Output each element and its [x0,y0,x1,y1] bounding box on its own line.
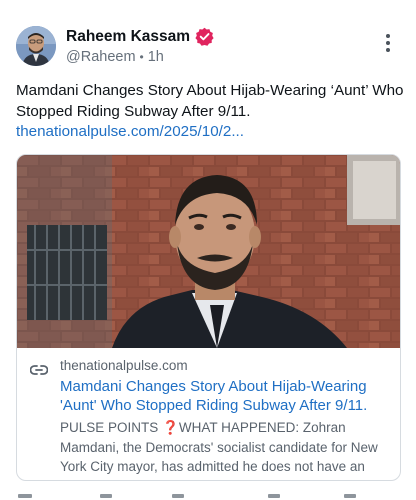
post-text: Mamdani Changes Story About Hijab-Wearin… [16,82,404,120]
author-handle[interactable]: @Raheem [66,49,136,65]
post-time[interactable]: 1h [148,49,164,65]
link-preview-description: PULSE POINTS ❓WHAT HAPPENED: Zohran Mamd… [60,420,378,480]
post-link[interactable]: thenationalpulse.com/2025/10/2... [16,122,244,142]
avatar[interactable] [16,26,56,66]
author-meta: @Raheem • 1h [66,49,164,65]
verified-badge-icon [195,27,214,46]
link-preview-image [17,155,400,348]
link-preview-card[interactable]: thenationalpulse.com Mamdani Changes Sto… [16,154,401,481]
author-name-row: Raheem Kassam [66,27,214,46]
link-preview-title[interactable]: Mamdani Changes Story About Hijab-Wearin… [60,377,395,415]
more-vertical-icon[interactable] [382,34,394,58]
link-preview-domain: thenationalpulse.com [60,358,188,373]
action-bar-fragment [0,494,416,500]
link-icon [30,365,48,375]
author-name[interactable]: Raheem Kassam [66,28,190,46]
link-preview-body: thenationalpulse.com Mamdani Changes Sto… [17,348,400,480]
post: Raheem Kassam @Raheem • 1h Mamdani Chang… [0,0,416,500]
meta-separator: • [139,50,144,64]
post-header: Raheem Kassam @Raheem • 1h [16,26,402,70]
